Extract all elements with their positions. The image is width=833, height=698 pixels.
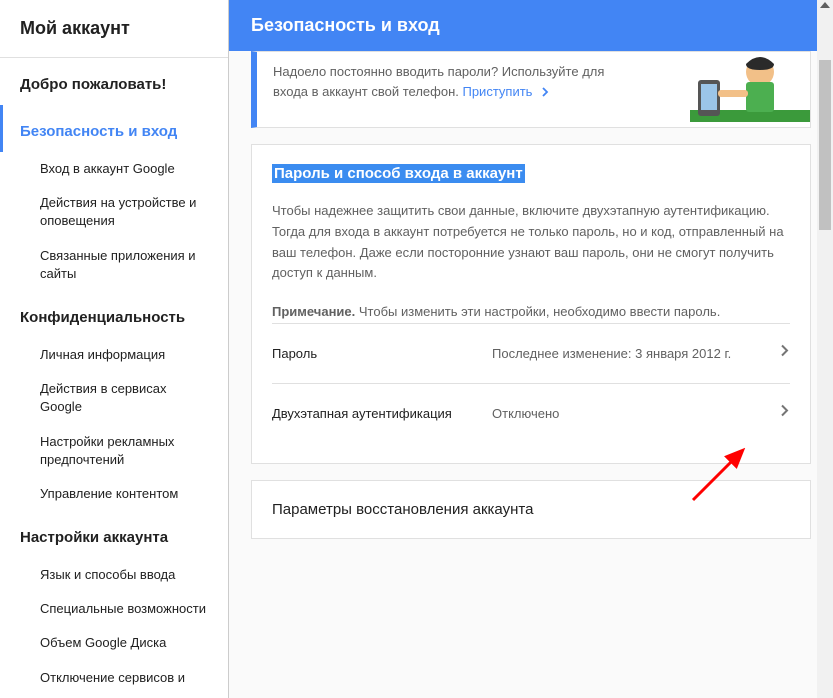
sidebar: Мой аккаунт Добро пожаловать! Безопаснос…	[0, 0, 229, 698]
sidebar-item-google-activity[interactable]: Действия в сервисах Google	[0, 372, 228, 424]
sidebar-item-device-activity[interactable]: Действия на устройстве и оповещения	[0, 186, 228, 238]
sidebar-section-privacy: Конфиденциальность Личная информация Дей…	[0, 291, 228, 511]
promo-text-line2: входа в аккаунт свой телефон.	[273, 84, 462, 99]
promo-illustration	[690, 52, 810, 127]
recovery-card: Параметры восстановления аккаунта	[251, 480, 811, 539]
sidebar-heading-welcome[interactable]: Добро пожаловать!	[0, 58, 228, 105]
scroll-up-icon[interactable]	[820, 2, 830, 8]
sidebar-section-security: Безопасность и вход Вход в аккаунт Googl…	[0, 105, 228, 291]
promo-card: Надоело постоянно вводить пароли? Исполь…	[251, 51, 811, 128]
sidebar-item-content-control[interactable]: Управление контентом	[0, 477, 228, 511]
sidebar-item-disable-services[interactable]: Отключение сервисов и	[0, 661, 228, 695]
card-note-label: Примечание.	[272, 304, 355, 319]
setting-value-password: Последнее изменение: 3 января 2012 г.	[492, 346, 790, 361]
main-content-area: Безопасность и вход Надоело постоянно вв…	[229, 0, 833, 698]
sidebar-section-account: Настройки аккаунта Язык и способы ввода …	[0, 511, 228, 695]
setting-row-2fa[interactable]: Двухэтапная аутентификация Отключено	[272, 383, 790, 443]
promo-link[interactable]: Приступить	[462, 84, 532, 99]
sidebar-item-google-signin[interactable]: Вход в аккаунт Google	[0, 152, 228, 186]
main-content: Надоело постоянно вводить пароли? Исполь…	[229, 51, 833, 539]
sidebar-title: Мой аккаунт	[0, 0, 228, 58]
sidebar-section-welcome: Добро пожаловать!	[0, 58, 228, 105]
promo-text: Надоело постоянно вводить пароли? Исполь…	[257, 52, 690, 127]
sidebar-item-accessibility[interactable]: Специальные возможности	[0, 592, 228, 626]
card-note-text: Чтобы изменить эти настройки, необходимо…	[355, 304, 720, 319]
promo-text-line1: Надоело постоянно вводить пароли? Исполь…	[273, 64, 604, 79]
card-note: Примечание. Чтобы изменить эти настройки…	[272, 302, 790, 323]
card-title: Пароль и способ входа в аккаунт	[272, 164, 525, 183]
scrollbar[interactable]	[817, 0, 833, 698]
sidebar-item-language[interactable]: Язык и способы ввода	[0, 558, 228, 592]
page-title: Безопасность и вход	[229, 0, 833, 51]
recovery-title: Параметры восстановления аккаунта	[272, 501, 790, 518]
sidebar-heading-account[interactable]: Настройки аккаунта	[0, 511, 228, 558]
sidebar-item-connected-apps[interactable]: Связанные приложения и сайты	[0, 239, 228, 291]
sidebar-heading-security[interactable]: Безопасность и вход	[0, 105, 228, 152]
card-description: Чтобы надежнее защитить свои данные, вкл…	[272, 201, 790, 284]
password-signin-card: Пароль и способ входа в аккаунт Чтобы на…	[251, 144, 811, 464]
sidebar-item-drive-storage[interactable]: Объем Google Диска	[0, 626, 228, 660]
setting-label-2fa: Двухэтапная аутентификация	[272, 406, 492, 421]
sidebar-item-personal-info[interactable]: Личная информация	[0, 338, 228, 372]
setting-row-password[interactable]: Пароль Последнее изменение: 3 января 201…	[272, 323, 790, 383]
sidebar-item-ad-settings[interactable]: Настройки рекламных предпочтений	[0, 425, 228, 477]
chevron-right-icon	[780, 404, 790, 423]
setting-label-password: Пароль	[272, 346, 492, 361]
chevron-right-icon	[780, 344, 790, 363]
chevron-right-icon	[542, 87, 550, 97]
setting-value-2fa: Отключено	[492, 406, 790, 421]
sidebar-heading-privacy[interactable]: Конфиденциальность	[0, 291, 228, 338]
scrollbar-thumb[interactable]	[819, 60, 831, 230]
